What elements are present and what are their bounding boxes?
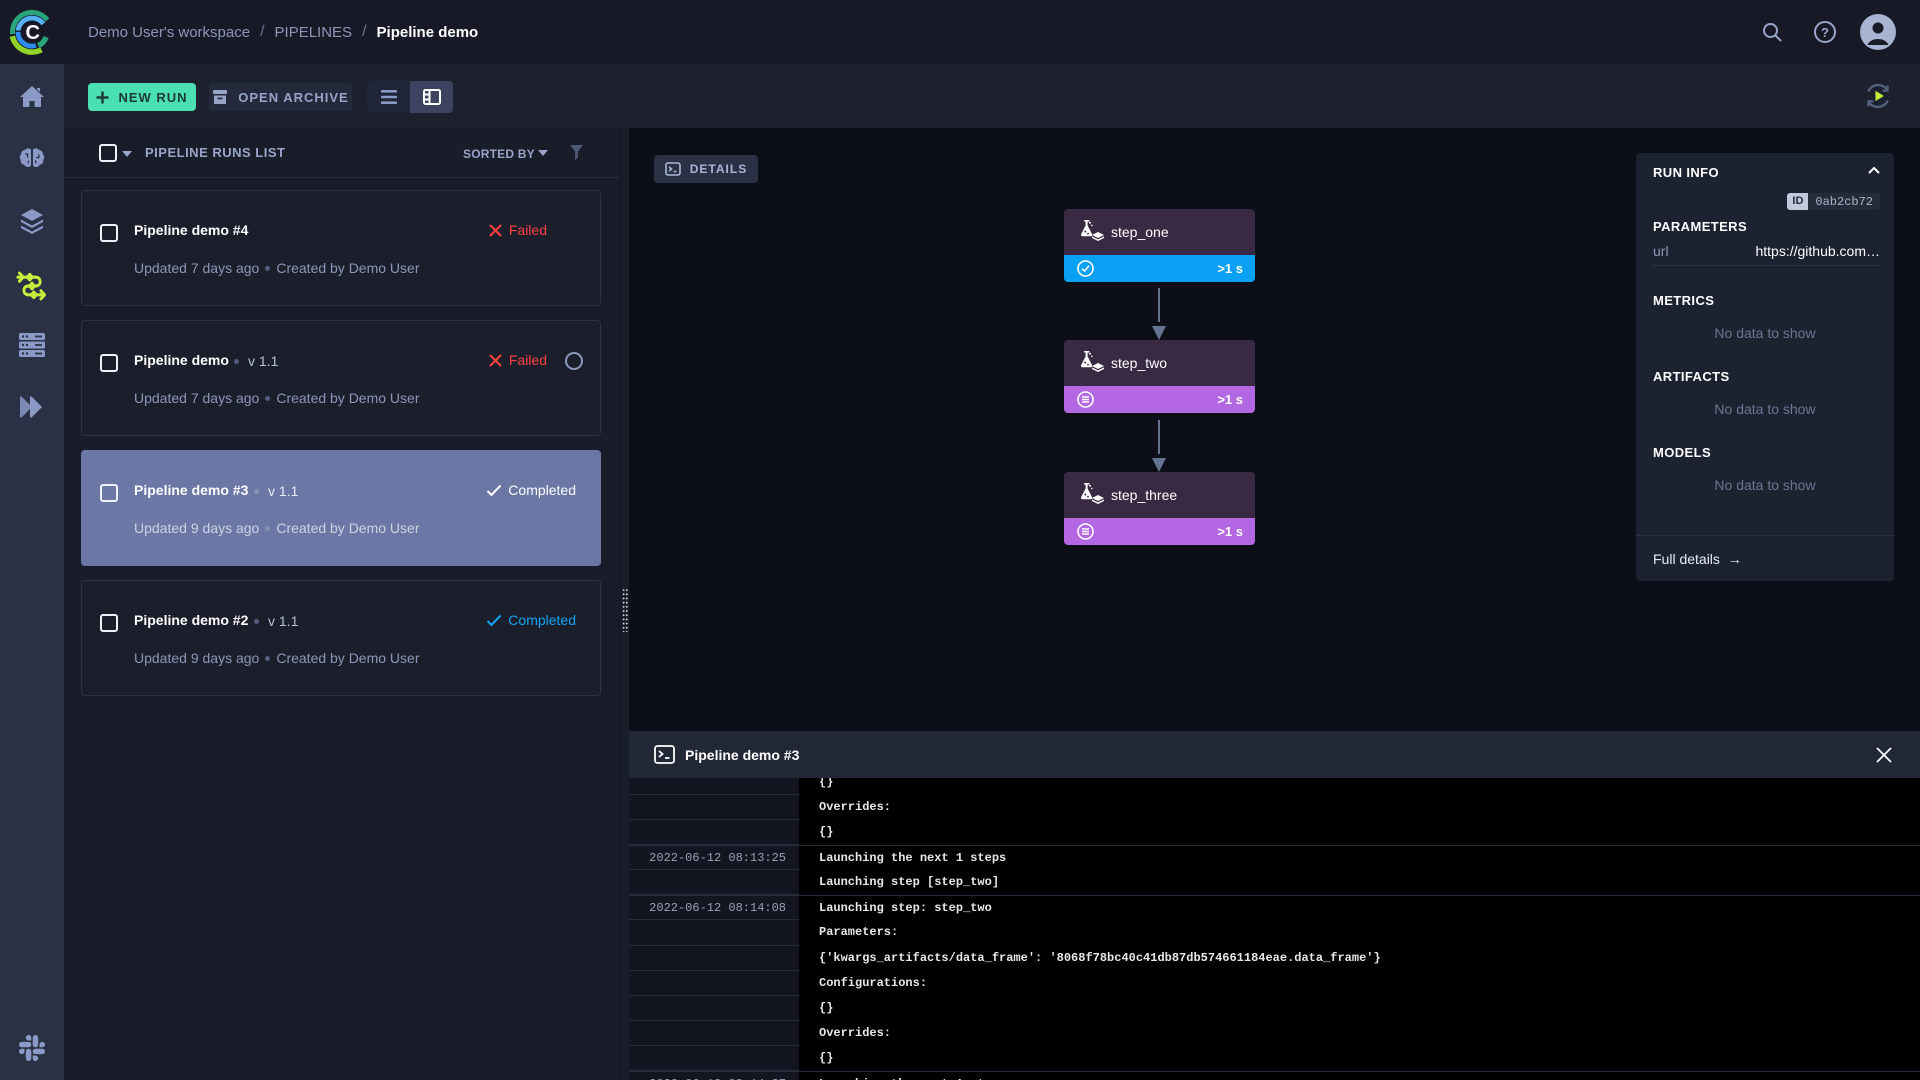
svg-text:C: C xyxy=(26,22,40,44)
